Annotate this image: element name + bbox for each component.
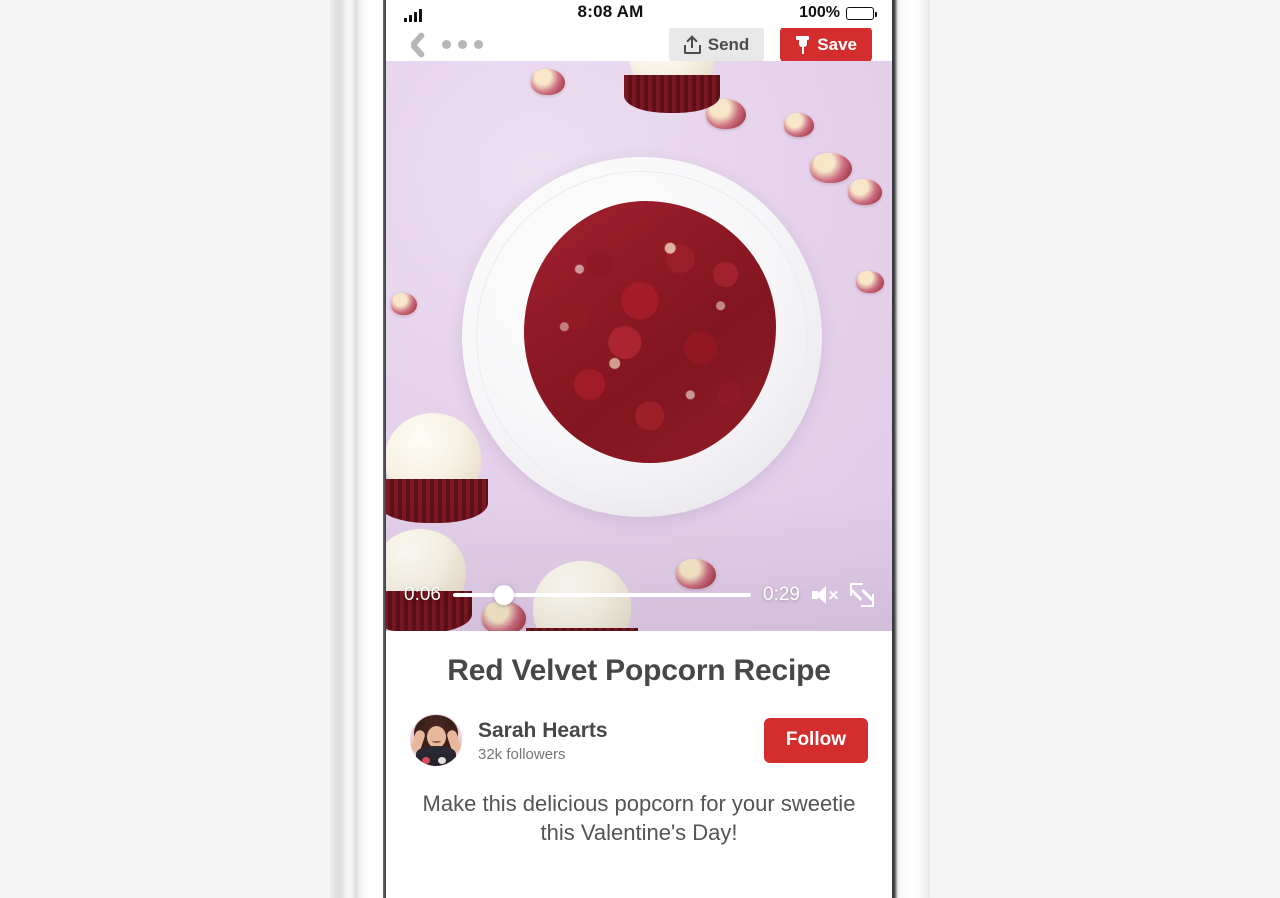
video-vignette (386, 61, 892, 631)
status-bar-left (404, 9, 422, 22)
send-button-label: Send (707, 34, 750, 54)
page-title: Red Velvet Popcorn Recipe (447, 654, 831, 687)
pin-icon (795, 35, 810, 54)
device-bezel-right (892, 0, 930, 898)
navigation-bar: Send Save (386, 26, 892, 63)
video-scrubber-knob[interactable] (493, 585, 514, 605)
author-row: Sarah Hearts 32k followers Follow (410, 714, 868, 767)
save-button-label: Save (817, 34, 857, 54)
chevron-left-icon[interactable] (400, 29, 426, 61)
author-name[interactable]: Sarah Hearts (478, 718, 748, 744)
battery-full-icon (846, 6, 877, 20)
video-scrubber[interactable] (452, 585, 752, 605)
send-button[interactable]: Send (668, 26, 765, 63)
avatar[interactable] (410, 714, 462, 767)
author-meta: Sarah Hearts 32k followers (478, 718, 748, 763)
status-bar-time: 8:08 AM (577, 2, 644, 21)
expand-fullscreen-icon[interactable] (850, 583, 874, 607)
speaker-mute-icon[interactable] (812, 585, 839, 605)
save-button[interactable]: Save (780, 26, 872, 63)
phone-device: 8:08 AM 100% Send Save 0:06 0:29 Red Vel… (330, 0, 930, 898)
battery-percent-label: 100% (799, 4, 840, 21)
cellular-signal-icon (404, 9, 422, 22)
video-controls: 0:06 0:29 (386, 583, 892, 607)
pin-info-section: Red Velvet Popcorn Recipe Sarah Hearts 3… (386, 631, 892, 847)
status-bar-right: 100% (799, 4, 877, 22)
video-player[interactable]: 0:06 0:29 (386, 61, 892, 631)
share-upload-icon (683, 34, 701, 54)
follow-button[interactable]: Follow (763, 717, 868, 763)
ellipsis-icon[interactable] (442, 40, 483, 49)
status-bar: 8:08 AM 100% (386, 0, 892, 28)
follower-count: 32k followers (478, 746, 566, 764)
screenshot-stage: 8:08 AM 100% Send Save 0:06 0:29 Red Vel… (0, 0, 1280, 898)
pin-description: Make this delicious popcorn for your swe… (422, 791, 856, 845)
phone-screen: 8:08 AM 100% Send Save 0:06 0:29 Red Vel… (386, 0, 892, 898)
device-bezel-left (330, 0, 386, 898)
video-duration: 0:29 (763, 584, 800, 605)
video-current-time: 0:06 (404, 584, 441, 605)
